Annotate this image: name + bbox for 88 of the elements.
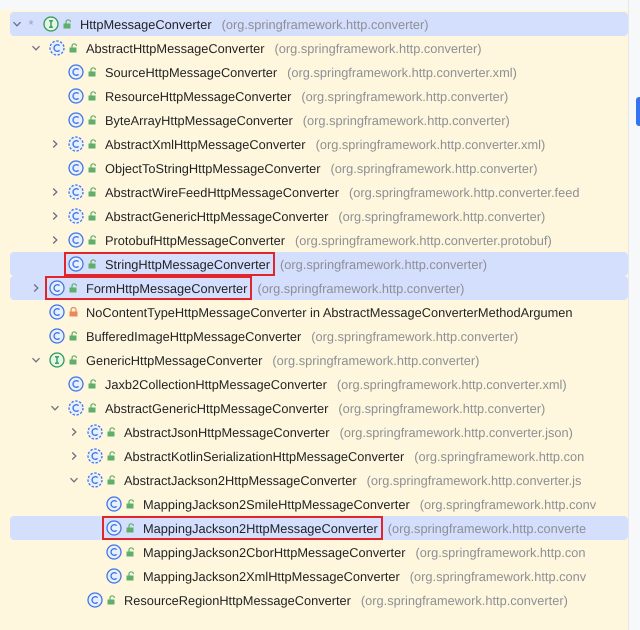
package-name: (org.springframework.http.converter) bbox=[274, 40, 482, 56]
package-name: (org.springframework.http.converter.xml) bbox=[336, 376, 567, 392]
package-name: (org.springframework.http.con bbox=[414, 448, 584, 464]
class-name: AbstractKotlinSerializationHttpMessageConverter bbox=[124, 448, 404, 464]
class-name: MappingJackson2HttpMessageConverter bbox=[143, 520, 378, 536]
tree-row[interactable]: ObjectToStringHttpMessageConverter (org.springframework.http.converter) bbox=[10, 156, 628, 180]
chevron-down-icon[interactable] bbox=[31, 355, 41, 365]
class-name: HttpMessageConverter bbox=[80, 16, 212, 32]
class-name: MappingJackson2XmlHttpMessageConverter bbox=[143, 568, 400, 584]
tree-row[interactable]: NoContentTypeHttpMessageConverter in AbstractMessageConverterMethodArgumen bbox=[10, 300, 628, 324]
package-name: (org.springframework.http.converter) bbox=[302, 112, 510, 128]
chevron-right-icon[interactable] bbox=[50, 235, 60, 245]
class-name: BufferedImageHttpMessageConverter bbox=[86, 328, 302, 344]
tree-row[interactable]: AbstractGenericHttpMessageConverter (org.springframework.http.converter) bbox=[10, 204, 628, 228]
class-name: ProtobufHttpMessageConverter bbox=[105, 232, 285, 248]
class-name: SourceHttpMessageConverter bbox=[105, 64, 278, 80]
tree-row[interactable]: AbstractJsonHttpMessageConverter (org.springframework.http.converter.json) bbox=[10, 420, 628, 444]
class-name: AbstractJackson2HttpMessageConverter bbox=[124, 472, 357, 488]
chevron-right-icon[interactable] bbox=[50, 139, 60, 149]
class-name: MappingJackson2SmileHttpMessageConverter bbox=[143, 496, 410, 512]
package-name: (org.springframework.http.converter) bbox=[257, 280, 464, 296]
class-name: ByteArrayHttpMessageConverter bbox=[105, 112, 293, 128]
chevron-right-icon[interactable] bbox=[69, 427, 79, 437]
class-name: FormHttpMessageConverter bbox=[86, 280, 248, 296]
tree-row[interactable]: AbstractKotlinSerializationHttpMessageConverter (org.springframework.http.con bbox=[10, 444, 628, 468]
chevron-down-icon[interactable] bbox=[31, 43, 41, 53]
scroll-thumb[interactable] bbox=[636, 97, 640, 126]
tree-row[interactable]: ProtobufHttpMessageConverter (org.springframework.http.converter.protobuf) bbox=[10, 228, 628, 252]
package-name: (org.springframework.http.converter.js bbox=[366, 472, 582, 488]
tree-row[interactable]: Jaxb2CollectionHttpMessageConverter (org.springframework.http.converter.xml) bbox=[10, 372, 628, 396]
tree-row[interactable]: MappingJackson2XmlHttpMessageConverter (org.springframework.http.conv bbox=[10, 564, 628, 588]
package-name: (org.springframework.http.converter.xml) bbox=[316, 136, 546, 152]
chevron-right-icon[interactable] bbox=[69, 451, 79, 461]
package-name: (org.springframework.http.converter) bbox=[272, 352, 480, 368]
package-name: (org.springframework.http.converter) bbox=[360, 592, 568, 608]
package-name: (org.springframework.http.converter.xml) bbox=[287, 64, 517, 80]
package-name: (org.springframework.http.converter) bbox=[330, 160, 538, 176]
tree-row[interactable]: GenericHttpMessageConverter (org.springframework.http.converter) bbox=[10, 348, 628, 372]
class-name: AbstractWireFeedHttpMessageConverter bbox=[105, 184, 339, 200]
package-name: (org.springframework.http.converter) bbox=[222, 16, 429, 32]
class-name: AbstractJsonHttpMessageConverter bbox=[124, 424, 330, 440]
tree-row[interactable]: AbstractWireFeedHttpMessageConverter (org.springframework.http.converter.feed bbox=[10, 180, 628, 204]
class-name: AbstractHttpMessageConverter bbox=[86, 40, 265, 56]
package-name: (org.springframework.http.converter) bbox=[311, 328, 518, 344]
package-name: (org.springframework.http.converter) bbox=[338, 208, 546, 224]
tree-row[interactable]: AbstractHttpMessageConverter (org.springframework.http.converter) bbox=[10, 36, 628, 60]
class-name: ResourceHttpMessageConverter bbox=[105, 88, 292, 104]
class-name: ObjectToStringHttpMessageConverter bbox=[105, 160, 321, 176]
tree-row[interactable]: BufferedImageHttpMessageConverter (org.springframework.http.converter) bbox=[10, 324, 628, 348]
tree-row[interactable]: AbstractGenericHttpMessageConverter (org.springframework.http.converter) bbox=[10, 396, 628, 420]
class-name: StringHttpMessageConverter bbox=[105, 256, 270, 272]
package-name: (org.springframework.http.con bbox=[415, 544, 586, 560]
class-name: MappingJackson2CborHttpMessageConverter bbox=[143, 544, 406, 560]
class-name: AbstractXmlHttpMessageConverter bbox=[105, 136, 306, 152]
chevron-right-icon[interactable] bbox=[31, 283, 41, 293]
tree-row[interactable]: MappingJackson2SmileHttpMessageConverter (org.springframework.http.conv bbox=[10, 492, 628, 516]
tree-row[interactable]: MappingJackson2CborHttpMessageConverter (org.springframework.http.con bbox=[10, 540, 628, 564]
tree-row[interactable]: ResourceRegionHttpMessageConverter (org.springframework.http.converter) bbox=[10, 588, 628, 612]
package-name: (org.springframework.http.converte bbox=[388, 520, 586, 536]
class-name: GenericHttpMessageConverter bbox=[86, 352, 262, 368]
modified-marker: * bbox=[27, 16, 35, 32]
package-name: (org.springframework.http.converter.json) bbox=[340, 424, 573, 440]
package-name: (org.springframework.http.converter.protobuf) bbox=[294, 232, 552, 248]
package-name: (org.springframework.http.converter) bbox=[338, 400, 546, 416]
chevron-right-icon[interactable] bbox=[50, 211, 60, 221]
class-name: Jaxb2CollectionHttpMessageConverter bbox=[105, 376, 327, 392]
class-name: NoContentTypeHttpMessageConverter in AbstractMessageConverterMethodArgumen bbox=[86, 304, 573, 320]
tree-row[interactable]: AbstractXmlHttpMessageConverter (org.springframework.http.converter.xml) bbox=[10, 132, 628, 156]
package-name: (org.springframework.http.conv bbox=[410, 568, 586, 584]
chevron-down-icon[interactable] bbox=[50, 403, 60, 413]
chevron-down-icon[interactable] bbox=[12, 19, 22, 29]
tree-row[interactable]: FormHttpMessageConverter (org.springframework.http.converter) bbox=[10, 276, 628, 300]
tree-row[interactable]: SourceHttpMessageConverter (org.springframework.http.converter.xml) bbox=[10, 60, 628, 84]
package-name: (org.springframework.http.converter.feed bbox=[349, 184, 580, 200]
tree-row[interactable]: StringHttpMessageConverter (org.springframework.http.converter) bbox=[10, 252, 628, 276]
tree-row[interactable]: ResourceHttpMessageConverter (org.springframework.http.converter) bbox=[10, 84, 628, 108]
class-name: AbstractGenericHttpMessageConverter bbox=[105, 400, 328, 416]
class-name: ResourceRegionHttpMessageConverter bbox=[124, 592, 351, 608]
tree-row[interactable]: MappingJackson2HttpMessageConverter (org.springframework.http.converte bbox=[10, 516, 628, 540]
chevron-down-icon[interactable] bbox=[69, 475, 79, 485]
package-name: (org.springframework.http.converter) bbox=[301, 88, 508, 104]
tree-row[interactable]: * HttpMessageConverter (org.springframework.http.converter) bbox=[10, 12, 628, 36]
package-name: (org.springframework.http.converter) bbox=[280, 256, 487, 272]
tree-row[interactable]: AbstractJackson2HttpMessageConverter (org.springframework.http.converter.js bbox=[10, 468, 628, 492]
class-name: AbstractGenericHttpMessageConverter bbox=[105, 208, 328, 224]
package-name: (org.springframework.http.conv bbox=[420, 496, 596, 512]
chevron-right-icon[interactable] bbox=[50, 187, 60, 197]
tree-row[interactable]: ByteArrayHttpMessageConverter (org.springframework.http.converter) bbox=[10, 108, 628, 132]
